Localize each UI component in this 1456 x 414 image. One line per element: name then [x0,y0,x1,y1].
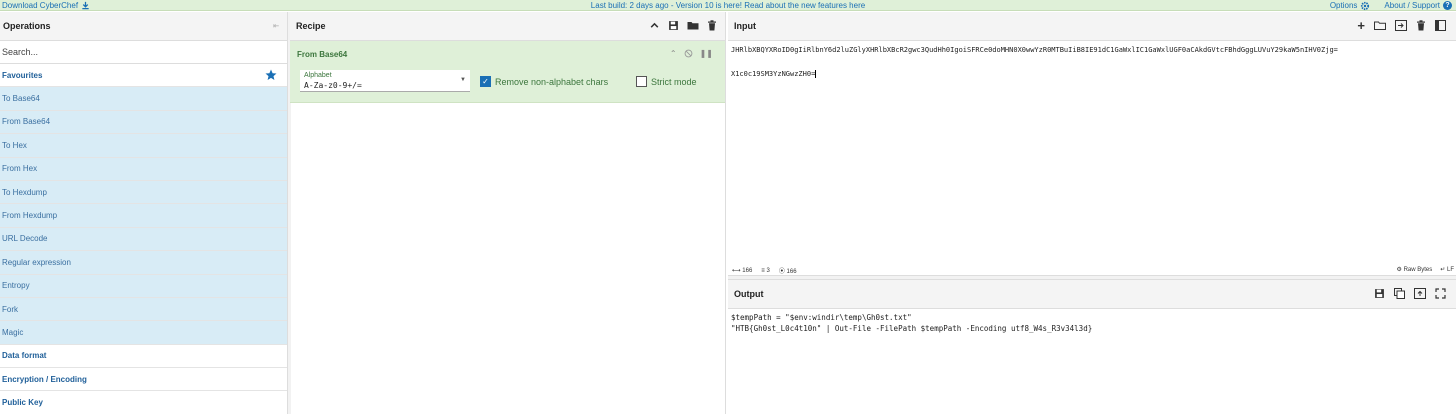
copy-icon[interactable] [1394,288,1405,299]
collapse-icon[interactable]: ⇤ [273,22,279,30]
open-folder-icon[interactable] [1374,20,1386,31]
input-line-empty[interactable] [731,56,1453,68]
checkbox-checked-icon[interactable]: ✓ [480,76,491,87]
op-to-hexdump[interactable]: To Hexdump [0,180,287,205]
lines-value: 3 [766,267,770,274]
recipe-panel: Recipe From Base64 ⌃ ❚❚ Alphabet A-Za-z0… [290,12,726,414]
replace-input-icon[interactable] [1414,288,1426,299]
chevron-up-small-icon[interactable]: ⌃ [670,49,677,58]
op-url-decode[interactable]: URL Decode [0,227,287,252]
recipe-header: Recipe [290,12,725,41]
recipe-title: Recipe [296,21,326,31]
op-from-hexdump[interactable]: From Hexdump [0,204,287,228]
remove-label[interactable]: Remove non-alphabet chars [495,77,608,87]
help-icon[interactable]: ? [1443,1,1452,10]
output-header: Output [728,280,1456,309]
folder-icon[interactable] [687,20,699,31]
alphabet-label: Alphabet [304,72,332,79]
raw-bytes-toggle[interactable]: ⚙ Raw Bytes [1397,266,1433,273]
star-icon[interactable] [265,69,277,81]
length-icon: ⟷ [732,268,741,274]
position-value: 166 [786,269,797,275]
position-stat: ⦿ 166 [779,266,797,275]
op-to-hex[interactable]: To Hex [0,134,287,158]
top-banner: Download CyberChef Last build: 2 days ag… [0,0,1456,11]
op-to-base64[interactable]: To Base64 [0,87,287,111]
category-favourites[interactable]: Favourites [0,64,287,88]
output-line-2: "HTB{Gh0st_L0c4t10n" | Out-File -FilePat… [731,324,1093,333]
op-regular-expression[interactable]: Regular expression [0,251,287,275]
location-pin-icon: ⦿ [778,269,785,275]
trash-icon[interactable] [707,20,717,31]
gear-icon[interactable] [1360,1,1370,11]
pause-icon[interactable]: ❚❚ [700,49,713,58]
output-title: Output [734,289,764,299]
op-from-hex[interactable]: From Hex [0,157,287,181]
io-panel: Input + JHRlbXBQYXRoID0gIiRlbnY6d2luZGly… [728,12,1456,414]
input-line-1[interactable]: JHRlbXBQYXRoID0gIiRlbnY6d2luZGlyXHRlbXBc… [731,44,1453,56]
input-header: Input + [728,12,1456,41]
caret-down-icon[interactable]: ▼ [460,77,466,83]
chevron-up-icon[interactable] [649,20,660,31]
about-link[interactable]: About / Support ? [1384,1,1452,10]
category-public-key[interactable]: Public Key [0,391,287,414]
operations-title: Operations [3,21,51,31]
lines-stat: ≡ 3 [761,268,770,274]
raw-bytes-label[interactable]: Raw Bytes [1404,267,1433,273]
output-line-1: $tempPath = "$env:windir\temp\Gh0st.txt" [731,313,912,322]
alphabet-value[interactable]: A-Za-z0-9+/= [304,81,362,90]
add-tab-icon[interactable]: + [1357,19,1365,32]
output-textarea[interactable]: $tempPath = "$env:windir\temp\Gh0st.txt"… [728,309,1456,337]
search-input[interactable]: Search... [0,41,287,64]
strict-label[interactable]: Strict mode [651,77,697,87]
alphabet-select[interactable]: Alphabet A-Za-z0-9+/= ▼ [300,70,470,92]
input-line-2[interactable]: X1c0c19SM3YzNGwzZH0= [731,68,1453,80]
input-title: Input [734,21,756,31]
recipe-operation-from-base64[interactable]: From Base64 ⌃ ❚❚ Alphabet A-Za-z0-9+/= ▼… [290,41,725,103]
layout-icon[interactable] [1435,20,1446,31]
operations-panel: Operations ⇤ Search... Favourites To Bas… [0,12,288,414]
input-line-2-text[interactable]: X1c0c19SM3YzNGwzZH0= [731,70,815,78]
disable-icon[interactable] [684,49,693,58]
operation-title: From Base64 [297,50,348,59]
remove-non-alphabet-checkbox[interactable]: ✓ Remove non-alphabet chars [480,76,608,87]
category-data-format[interactable]: Data format [0,344,287,369]
op-fork[interactable]: Fork [0,297,287,322]
category-encryption-encoding[interactable]: Encryption / Encoding [0,368,287,392]
text-cursor [815,70,817,78]
lines-icon: ≡ [761,267,765,274]
strict-mode-checkbox[interactable]: Strict mode [636,76,697,87]
input-status-bar: ⟷ 166 ≡ 3 ⦿ 166 ⚙ Raw Bytes ↵ LF [728,266,1456,275]
clear-input-icon[interactable] [1416,20,1426,31]
op-from-base64[interactable]: From Base64 [0,110,287,135]
save-output-icon[interactable] [1374,288,1385,299]
maximize-icon[interactable] [1435,288,1446,299]
operations-header: Operations ⇤ [0,12,287,41]
options-label[interactable]: Options [1330,1,1358,10]
about-label[interactable]: About / Support [1384,1,1440,10]
input-textarea[interactable]: JHRlbXBQYXRoID0gIiRlbnY6d2luZGlyXHRlbXBc… [728,41,1456,266]
save-icon[interactable] [668,20,679,31]
length-stat: ⟷ 166 [732,267,752,274]
checkbox-unchecked-icon[interactable] [636,76,647,87]
open-file-icon[interactable] [1395,20,1407,31]
op-entropy[interactable]: Entropy [0,274,287,298]
eol-label[interactable]: LF [1447,267,1454,273]
eol-toggle[interactable]: ↵ LF [1440,266,1454,273]
build-notice[interactable]: Last build: 2 days ago - Version 10 is h… [0,0,1456,11]
options-link[interactable]: Options [1330,1,1371,11]
favourites-label[interactable]: Favourites [2,71,42,80]
op-magic[interactable]: Magic [0,321,287,345]
length-value: 166 [742,268,753,274]
